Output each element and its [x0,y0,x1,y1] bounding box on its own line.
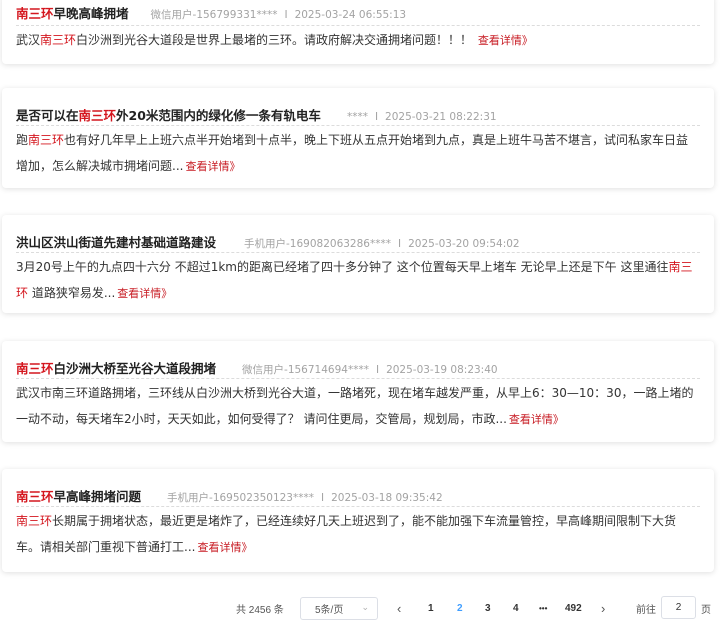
page-button-2[interactable]: 2 [457,603,463,614]
meta-separator: I [321,492,325,504]
meta-separator: I [374,111,379,123]
post-user: 手机用户-169082063286**** [244,238,391,250]
view-details-link[interactable]: 查看详情》 [197,541,252,554]
post-card[interactable]: 南三环白沙洲大桥至光谷大道段拥堵 微信用户-156714694**** I 2025… [2,341,714,442]
next-page-button[interactable]: › [601,601,605,616]
post-card[interactable]: 南三环早晚高峰拥堵 微信用户-156799331**** I 2025-03-24 … [2,0,714,64]
meta-separator: I [284,9,288,21]
page-size-value: 5条/页 [315,604,344,616]
post-card[interactable]: 南三环早高峰拥堵问题 手机用户-169502350123**** I 2025-03… [2,469,714,572]
view-details-link[interactable]: 查看详情》 [185,160,240,173]
goto-unit: 页 [701,604,711,616]
post-meta: 微信用户-156714694**** I 2025-03-19 08:23:40 [242,362,498,377]
post-header: 是否可以在南三环外20米范围内的绿化修一条有轨电车 **** I 2025-03-2… [16,88,700,126]
view-details-link[interactable]: 查看详情》 [509,413,564,426]
page-button-1[interactable]: 1 [428,603,434,614]
post-body: 武汉市南三环道路拥堵，三环线从白沙洲大桥到光谷大道，一路堵死，现在堵车越发严重，… [16,386,694,426]
post-body: 武汉南三环白沙洲到光谷大道段是世界上最堵的三环。请政府解决交通拥堵问题！！！ 查… [16,33,533,47]
post-body: 跑南三环也有好几年早上上班六点半开始堵到十点半，晚上下班从五点开始堵到九点，真是… [16,133,689,173]
post-title[interactable]: 洪山区洪山街道先建村基础道路建设 [16,232,216,251]
post-user: 微信用户-156799331**** [150,9,278,21]
post-date: 2025-03-21 08:22:31 [385,111,497,123]
post-card[interactable]: 洪山区洪山街道先建村基础道路建设 手机用户-169082063286**** I 2… [2,215,714,313]
post-title[interactable]: 南三环早高峰拥堵问题 [16,486,141,505]
page-button-3[interactable]: 3 [485,603,491,614]
post-body: 南三环长期属于拥堵状态，最近更是堵炸了，已经连续好几天上班迟到了，能不能加强下车… [16,514,677,554]
meta-separator: I [397,238,402,250]
post-date: 2025-03-18 09:35:42 [331,492,443,504]
page-button-4[interactable]: 4 [513,603,519,614]
post-meta: 手机用户-169502350123**** I 2025-03-18 09:35:4… [167,490,443,505]
post-date: 2025-03-24 06:55:13 [294,9,407,21]
prev-page-button[interactable]: ‹ [397,601,401,616]
post-title[interactable]: 南三环白沙洲大桥至光谷大道段拥堵 [16,358,216,377]
pagination: 共 2456 条 5条/页 ⌄ ‹ 1 2 3 4 ••• 492 › 前往 页 [0,596,721,620]
post-user: 手机用户-169502350123**** [167,492,314,504]
post-header: 南三环早高峰拥堵问题 手机用户-169502350123**** I 2025-03… [16,469,700,507]
post-date: 2025-03-19 08:23:40 [386,364,498,376]
post-meta: **** I 2025-03-21 08:22:31 [347,111,497,123]
page-ellipsis-button[interactable]: ••• [539,604,547,613]
view-details-link[interactable]: 查看详情》 [117,287,172,300]
post-header: 南三环早晚高峰拥堵 微信用户-156799331**** I 2025-03-24 … [16,0,700,26]
post-title[interactable]: 南三环早晚高峰拥堵 [16,3,129,22]
post-date: 2025-03-20 09:54:02 [408,238,520,250]
post-header: 南三环白沙洲大桥至光谷大道段拥堵 微信用户-156714694**** I 2025… [16,341,700,379]
post-body: 3月20号上午的九点四十六分 不超过1km的距离已经堵了四十多分钟了 这个位置每… [16,260,693,300]
post-meta: 微信用户-156799331**** I 2025-03-24 06:55:13 [151,7,407,22]
post-header: 洪山区洪山街道先建村基础道路建设 手机用户-169082063286**** I 2… [16,215,700,253]
goto-label: 前往 [636,604,656,616]
page-size-select[interactable]: 5条/页 ⌄ [300,596,378,620]
chevron-down-icon: ⌄ [361,601,369,612]
post-meta: 手机用户-169082063286**** I 2025-03-20 09:54:0… [244,236,520,251]
post-user: 微信用户-156714694**** [242,364,369,376]
post-card[interactable]: 是否可以在南三环外20米范围内的绿化修一条有轨电车 **** I 2025-03-2… [2,88,714,188]
page-button-last[interactable]: 492 [565,603,582,614]
meta-separator: I [375,364,380,376]
post-user: **** [346,111,368,123]
pagination-total: 共 2456 条 [236,604,284,616]
goto-page-input[interactable] [661,596,696,619]
post-title[interactable]: 是否可以在南三环外20米范围内的绿化修一条有轨电车 [16,105,321,124]
view-details-link[interactable]: 查看详情》 [478,34,533,47]
